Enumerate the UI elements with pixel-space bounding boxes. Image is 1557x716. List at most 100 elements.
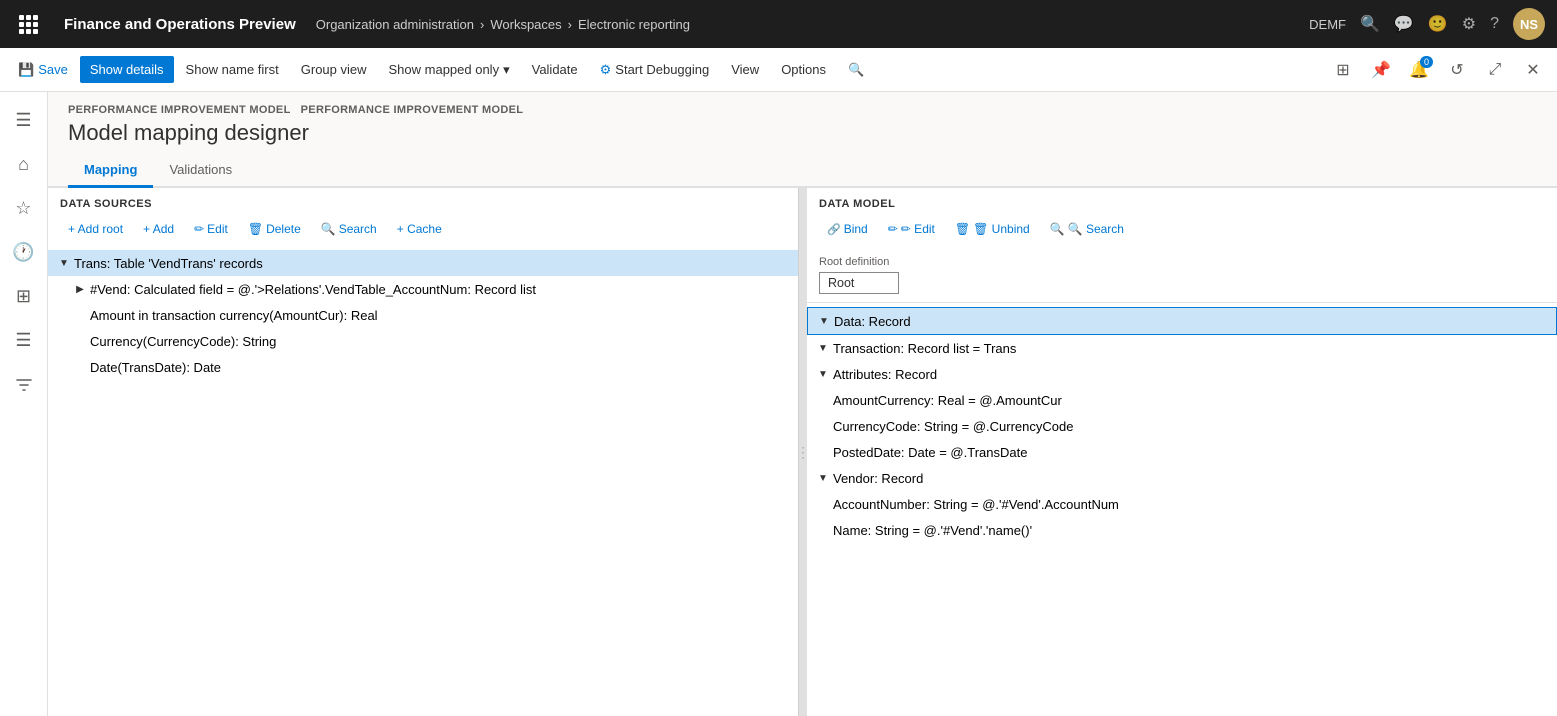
dm-text-transaction: Transaction: Record list = Trans [833,341,1016,356]
tab-mapping[interactable]: Mapping [68,154,153,188]
unbind-button[interactable]: 🗑 🗑 Unbind [947,218,1038,240]
group-view-button[interactable]: Group view [291,56,377,83]
validate-button[interactable]: Validate [522,56,588,83]
bind-label: Bind [844,222,868,236]
dm-search-icon: 🔍 [1050,222,1065,236]
panel-splitter[interactable]: ⋮ [799,188,807,716]
dm-text-vendor: Vendor: Record [833,471,923,486]
user-avatar[interactable]: NS [1513,8,1545,40]
topbar-right: DEMF 🔍 💬 🙂 ⚙ ? NS [1309,8,1545,40]
show-name-first-label: Show name first [186,62,279,77]
unbind-icon: 🗑 [955,222,970,236]
nav-favorites[interactable]: ☆ [4,188,44,228]
tree-row-currency[interactable]: Currency(CurrencyCode): String [48,328,798,354]
tree-row-amount[interactable]: Amount in transaction currency(AmountCur… [48,302,798,328]
search-icon[interactable]: 🔍 [1360,14,1380,34]
save-button[interactable]: 💾 Save [8,56,78,84]
tree-text-date: Date(TransDate): Date [90,360,221,375]
dm-row-currencycode[interactable]: CurrencyCode: String = @.CurrencyCode [807,413,1557,439]
breadcrumb-model2: PERFORMANCE IMPROVEMENT MODEL [301,104,524,116]
refresh-icon-btn[interactable]: ↺ [1441,54,1473,86]
notification-icon[interactable]: 💬 [1394,14,1414,34]
dm-row-vendor[interactable]: ▼ Vendor: Record [807,465,1557,491]
root-definition-label: Root definition [819,256,1545,268]
nav-home[interactable]: ⌂ [4,144,44,184]
notification-badge: 0 [1420,56,1433,68]
datasources-tree: ▼ Trans: Table 'VendTrans' records ▶ #Ve… [48,246,798,716]
pin-icon-btn[interactable]: 📌 [1365,54,1397,86]
options-label: Options [781,62,826,77]
expand-vend-icon[interactable]: ▶ [72,281,88,297]
show-name-first-button[interactable]: Show name first [176,56,289,83]
bell-icon-btn[interactable]: 🔔 0 [1403,54,1435,86]
env-label: DEMF [1309,17,1346,32]
nav-recent[interactable]: 🕐 [4,232,44,272]
nav-modules[interactable]: ☰ [4,320,44,360]
help-icon[interactable]: ? [1490,15,1499,33]
dm-edit-label: ✏ Edit [901,222,935,236]
tree-text-currency: Currency(CurrencyCode): String [90,334,276,349]
group-view-label: Group view [301,62,367,77]
commandbar-right: ⊞ 📌 🔔 0 ↺ ⤢ ✕ [1327,54,1549,86]
nav-hamburger[interactable]: ☰ [4,100,44,140]
dm-search-label: 🔍 Search [1068,222,1124,236]
search-label: Search [339,222,377,236]
tree-text-vend: #Vend: Calculated field = @.'>Relations'… [90,282,536,297]
breadcrumb-org[interactable]: Organization administration [316,17,474,32]
tabs: Mapping Validations [48,154,1557,188]
add-button[interactable]: + Add [135,218,182,240]
waffle-menu[interactable] [12,8,44,40]
expand-vendor-icon[interactable]: ▼ [815,470,831,486]
filter-icon [15,376,33,394]
dm-edit-button[interactable]: ✏ ✏ Edit [880,218,943,240]
cmd-search-button[interactable]: 🔍 [838,56,874,84]
expand-icon-btn[interactable]: ⤢ [1479,54,1511,86]
dm-row-name[interactable]: Name: String = @.'#Vend'.'name()' [807,517,1557,543]
dm-row-transaction[interactable]: ▼ Transaction: Record list = Trans [807,335,1557,361]
commandbar: 💾 Save Show details Show name first Grou… [0,48,1557,92]
filter-icon-btn[interactable] [7,372,41,398]
view-button[interactable]: View [721,56,769,83]
close-icon-btn[interactable]: ✕ [1517,54,1549,86]
search-button[interactable]: 🔍 Search [313,218,385,240]
expand-attributes-icon[interactable]: ▼ [815,366,831,382]
show-details-label: Show details [90,62,164,77]
datasources-title: DATA SOURCES [60,198,786,210]
dm-text-name: Name: String = @.'#Vend'.'name()' [833,523,1032,538]
dm-row-data[interactable]: ▼ Data: Record [807,307,1557,335]
start-debugging-button[interactable]: ⚙ Start Debugging [590,56,720,84]
edit-button[interactable]: ✏ Edit [186,218,236,240]
tree-row-date[interactable]: Date(TransDate): Date [48,354,798,380]
nav-workspaces[interactable]: ⊞ [4,276,44,316]
dm-row-posteddate[interactable]: PostedDate: Date = @.TransDate [807,439,1557,465]
grid-icon-btn[interactable]: ⊞ [1327,54,1359,86]
tree-row-trans[interactable]: ▼ Trans: Table 'VendTrans' records [48,250,798,276]
show-mapped-only-button[interactable]: Show mapped only ▾ [379,56,520,84]
breadcrumb-sep2: › [568,17,572,32]
breadcrumb-workspaces[interactable]: Workspaces [490,17,561,32]
dm-row-accountnumber[interactable]: AccountNumber: String = @.'#Vend'.Accoun… [807,491,1557,517]
cache-button[interactable]: + Cache [389,218,450,240]
content-area: PERFORMANCE IMPROVEMENT MODEL PERFORMANC… [48,92,1557,716]
smile-icon[interactable]: 🙂 [1428,14,1448,34]
dm-row-attributes[interactable]: ▼ Attributes: Record [807,361,1557,387]
tree-row-vend[interactable]: ▶ #Vend: Calculated field = @.'>Relation… [48,276,798,302]
dm-row-amountcurrency[interactable]: AmountCurrency: Real = @.AmountCur [807,387,1557,413]
debug-icon: ⚙ [600,62,612,78]
bind-button[interactable]: 🔗 Bind [819,218,876,240]
options-button[interactable]: Options [771,56,836,83]
expand-data-icon[interactable]: ▼ [816,313,832,329]
expand-transaction-icon[interactable]: ▼ [815,340,831,356]
delete-button[interactable]: 🗑 Delete [240,218,309,240]
edit-icon: ✏ [194,222,204,236]
tab-validations[interactable]: Validations [153,154,248,188]
sidebar-nav: ☰ ⌂ ☆ 🕐 ⊞ ☰ [0,92,48,716]
topbar: Finance and Operations Preview Organizat… [0,0,1557,48]
breadcrumb-reporting[interactable]: Electronic reporting [578,17,690,32]
dm-search-button[interactable]: 🔍 🔍 Search [1042,218,1132,240]
expand-trans-icon[interactable]: ▼ [56,255,72,271]
dm-text-posteddate: PostedDate: Date = @.TransDate [833,445,1027,460]
show-details-button[interactable]: Show details [80,56,174,83]
settings-icon[interactable]: ⚙ [1462,14,1476,34]
add-root-button[interactable]: + Add root [60,218,131,240]
